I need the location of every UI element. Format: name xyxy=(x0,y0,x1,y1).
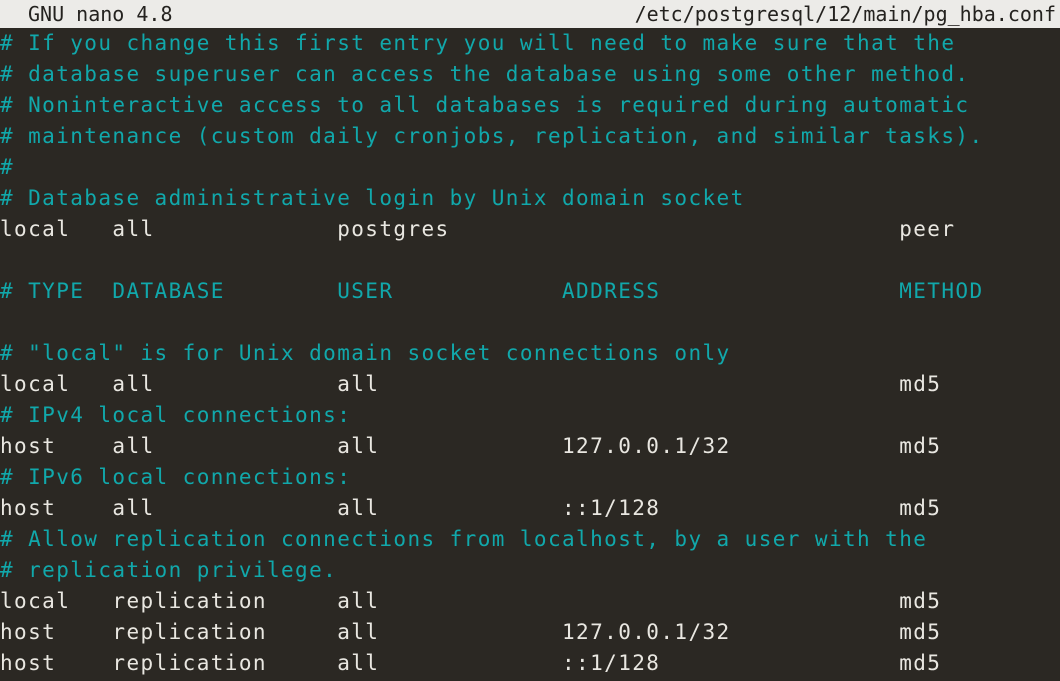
editor-line[interactable]: local all postgres peer xyxy=(0,214,1060,245)
titlebar: GNU nano 4.8 /etc/postgresql/12/main/pg_… xyxy=(0,0,1060,28)
editor-line[interactable] xyxy=(0,307,1060,338)
titlebar-file-path: /etc/postgresql/12/main/pg_hba.conf xyxy=(634,2,1056,26)
editor-line[interactable] xyxy=(0,245,1060,276)
editor-line[interactable]: host all all 127.0.0.1/32 md5 xyxy=(0,431,1060,462)
editor-line[interactable]: local all all md5 xyxy=(0,369,1060,400)
editor-line[interactable]: # IPv6 local connections: xyxy=(0,462,1060,493)
editor-line[interactable]: host replication all ::1/128 md5 xyxy=(0,648,1060,679)
editor-line[interactable]: local replication all md5 xyxy=(0,586,1060,617)
editor-line[interactable]: # IPv4 local connections: xyxy=(0,400,1060,431)
editor-line[interactable]: # Allow replication connections from loc… xyxy=(0,524,1060,555)
editor-line[interactable]: host replication all 127.0.0.1/32 md5 xyxy=(0,617,1060,648)
titlebar-version-label: GNU nano 4.8 xyxy=(28,2,173,26)
editor-line[interactable]: # "local" is for Unix domain socket conn… xyxy=(0,338,1060,369)
editor-line[interactable]: # replication privilege. xyxy=(0,555,1060,586)
editor-line[interactable]: # maintenance (custom daily cronjobs, re… xyxy=(0,121,1060,152)
editor-text-area[interactable]: # If you change this first entry you wil… xyxy=(0,28,1060,681)
editor-line[interactable]: # xyxy=(0,152,1060,183)
editor-line[interactable]: # Database administrative login by Unix … xyxy=(0,183,1060,214)
editor-line[interactable]: host all all ::1/128 md5 xyxy=(0,493,1060,524)
editor-line[interactable]: # Noninteractive access to all databases… xyxy=(0,90,1060,121)
editor-line[interactable]: # database superuser can access the data… xyxy=(0,59,1060,90)
nano-editor-window: GNU nano 4.8 /etc/postgresql/12/main/pg_… xyxy=(0,0,1060,681)
editor-line[interactable]: # TYPE DATABASE USER ADDRESS METHOD xyxy=(0,276,1060,307)
editor-line[interactable]: # If you change this first entry you wil… xyxy=(0,28,1060,59)
